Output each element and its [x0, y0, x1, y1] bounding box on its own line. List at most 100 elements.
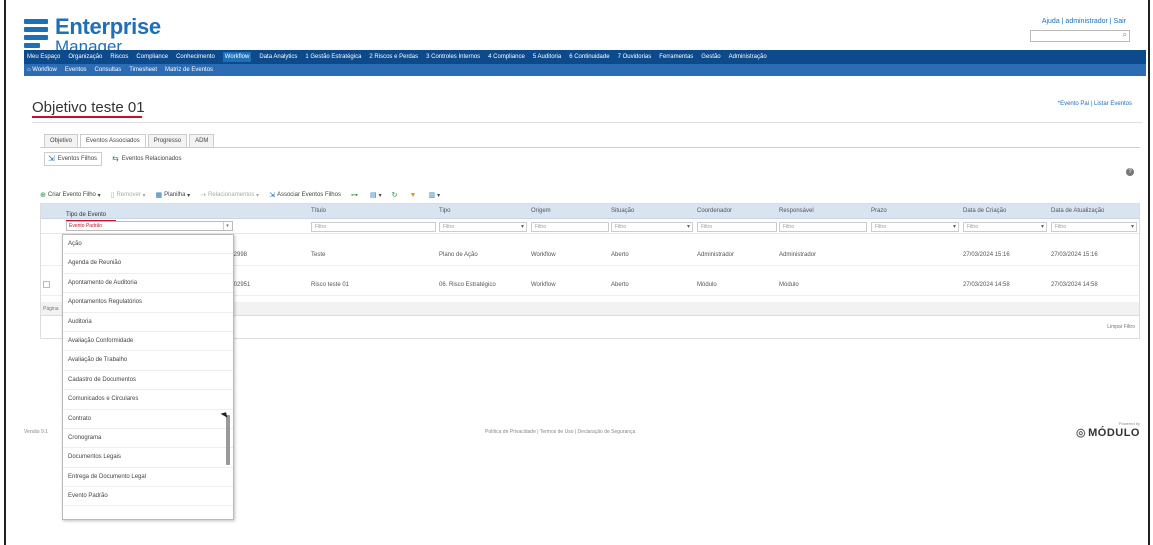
refresh-icon: ↻ [391, 192, 398, 199]
col-tipo[interactable]: Tipo [439, 208, 450, 214]
filter-tipo[interactable]: Filtro ▾ [439, 222, 527, 232]
dropdown-option[interactable]: Cadastro de Documentos [63, 371, 233, 391]
subtab-label: Eventos Filhos [57, 156, 98, 162]
event-type-select[interactable]: Evento Padrão ▾ [66, 221, 233, 231]
dropdown-option[interactable]: Avaliação Conformidade [63, 332, 233, 352]
link-icon: ⇢ [200, 192, 207, 199]
menu-item-7[interactable]: 1 Gestão Estratégica [305, 54, 361, 60]
menu-item-11[interactable]: 5 Auditoria [533, 54, 561, 60]
chevron-down-icon[interactable]: ▾ [223, 222, 231, 230]
submenu-item-3[interactable]: Timesheet [129, 67, 157, 73]
logo-title: Enterprise [55, 14, 161, 39]
dropdown-scrollbar[interactable] [226, 415, 230, 465]
subtab-eventos-relacionados[interactable]: ⇆ Eventos Relacionados [108, 152, 186, 166]
col-situacao[interactable]: Situação [611, 208, 634, 214]
dropdown-option[interactable]: Evento Padrão [63, 487, 233, 507]
tab-progresso[interactable]: Progresso [147, 134, 188, 148]
cell-origem: Workflow [531, 252, 556, 258]
col-coordenador[interactable]: Coordenador [697, 208, 732, 214]
filter-placeholder: Filtro [967, 224, 979, 230]
cell-tipo: Plano de Ação [439, 252, 478, 258]
menu-item-4[interactable]: Conhecimento [176, 54, 215, 60]
submenu-item-2[interactable]: Consultas [95, 67, 122, 73]
cell-titulo[interactable]: Teste [311, 252, 325, 258]
filter-button[interactable]: ▼ [410, 192, 419, 199]
dropdown-option[interactable]: Apontamentos Regulatórios [63, 293, 233, 313]
dropdown-option[interactable]: Cronograma [63, 429, 233, 449]
parent-event-link[interactable]: *Evento Pai | Listar Eventos [1058, 101, 1132, 107]
dropdown-icon: ▾ [520, 224, 524, 230]
filter-situacao[interactable]: Filtro ▾ [611, 222, 693, 232]
row-checkbox[interactable] [43, 281, 50, 288]
footer-links[interactable]: Política de Privacidade | Termos de Uso … [485, 429, 635, 435]
dropdown-icon: ▾ [1040, 224, 1044, 230]
cell-data-atualizacao: 27/03/2024 15:16 [1051, 252, 1098, 258]
menu-item-15[interactable]: Gestão [701, 54, 720, 60]
cell-tipo: 06. Risco Estratégico [439, 282, 496, 288]
event-type-selected: Evento Padrão [69, 223, 103, 229]
chart-button[interactable]: ▤ ▾ [370, 191, 382, 199]
remove-button[interactable]: ▯ Remover ▾ [111, 191, 146, 199]
menu-item-3[interactable]: Compliance [136, 54, 168, 60]
dropdown-icon: ▾ [686, 224, 690, 230]
menu-item-6[interactable]: Data Analytics [259, 54, 297, 60]
dropdown-option[interactable]: Apontamento de Auditoria [63, 274, 233, 294]
refresh-button[interactable]: ↻ [392, 191, 400, 199]
dropdown-option[interactable]: Contrato [63, 410, 233, 429]
associate-child-events-button[interactable]: ⇲ Associar Eventos Filhos [269, 191, 341, 199]
menu-item-8[interactable]: 2 Riscos e Perdas [369, 54, 418, 60]
dropdown-option[interactable]: Avaliação de Trabalho [63, 351, 233, 371]
col-data-criacao[interactable]: Data de Criação [963, 208, 1006, 214]
tab-adm[interactable]: ADM [189, 134, 215, 148]
menu-item-10[interactable]: 4 Compliance [488, 54, 525, 60]
filter-coordenador[interactable]: Filtro [697, 222, 777, 232]
grid-toolbar: ⊕ Criar Evento Filho ▾ ▯ Remover ▾ ▦ Planil… [40, 189, 1140, 201]
filter-titulo[interactable]: Filtro [311, 222, 436, 232]
relationships-button[interactable]: ⇢ Relacionamentos ▾ [200, 191, 259, 199]
dropdown-option[interactable]: Entrega de Documento Legal [63, 468, 233, 488]
col-prazo[interactable]: Prazo [871, 208, 887, 214]
col-titulo[interactable]: Título [311, 208, 326, 214]
clear-filters-link[interactable]: Limpar Filtro [1107, 324, 1135, 330]
create-child-event-button[interactable]: ⊕ Criar Evento Filho ▾ [40, 191, 101, 199]
menu-item-13[interactable]: 7 Ouvidorias [618, 54, 652, 60]
spreadsheet-button[interactable]: ▦ Planilha ▾ [155, 191, 190, 199]
menu-item-16[interactable]: Administração [729, 54, 767, 60]
dropdown-option[interactable]: Documentos Legais [63, 448, 233, 468]
search-icon[interactable]: ⌕ [1123, 30, 1127, 40]
filter-prazo[interactable]: Filtro ▾ [871, 222, 959, 232]
main-menu: Meu Espaço Organização Riscos Compliance Con… [24, 50, 1146, 64]
columns-button[interactable]: ▥ ▾ [428, 191, 440, 199]
col-responsavel[interactable]: Responsável [779, 208, 814, 214]
menu-item-12[interactable]: 6 Continuidade [569, 54, 609, 60]
global-search-input[interactable]: ⌕ [1030, 30, 1130, 42]
tab-eventos-associados[interactable]: Eventos Associados [80, 134, 146, 148]
filter-data-atualizacao[interactable]: Filtro ▾ [1051, 222, 1137, 232]
dropdown-option[interactable]: Auditoria [63, 313, 233, 332]
filter-origem[interactable]: Filtro [531, 222, 609, 232]
submenu-item-4[interactable]: Matriz de Eventos [165, 67, 213, 73]
menu-item-1[interactable]: Organização [68, 54, 102, 60]
cell-titulo[interactable]: Risco teste 01 [311, 282, 349, 288]
dropdown-option[interactable]: Ação [63, 235, 233, 255]
col-data-atualizacao[interactable]: Data de Atualização [1051, 208, 1104, 214]
filter-responsavel[interactable]: Filtro [779, 222, 867, 232]
menu-item-9[interactable]: 3 Controles Internos [426, 54, 480, 60]
filter-data-criacao[interactable]: Filtro ▾ [963, 222, 1047, 232]
help-icon[interactable]: ? [1126, 168, 1134, 176]
tab-objetivo[interactable]: Objetivo [44, 134, 79, 148]
col-origem[interactable]: Origem [531, 208, 551, 214]
version-text: Versão 9.1 [24, 429, 48, 435]
hierarchy-button[interactable]: ⊶ [351, 191, 360, 199]
submenu-item-1[interactable]: Eventos [65, 67, 87, 73]
submenu-item-0[interactable]: ⌂ Workflow [27, 67, 57, 73]
dropdown-option[interactable]: Agenda de Reunião [63, 254, 233, 274]
user-links[interactable]: Ajuda | administrador | Sair [1042, 18, 1126, 25]
menu-item-5[interactable]: Workflow [222, 52, 252, 62]
dropdown-option[interactable]: Comunicados e Circulares [63, 390, 233, 410]
cell-situacao: Aberto [611, 252, 629, 258]
menu-item-2[interactable]: Riscos [110, 54, 128, 60]
menu-item-14[interactable]: Ferramentas [659, 54, 693, 60]
menu-item-0[interactable]: Meu Espaço [27, 54, 60, 60]
subtab-eventos-filhos[interactable]: ⇲ Eventos Filhos [44, 152, 103, 166]
